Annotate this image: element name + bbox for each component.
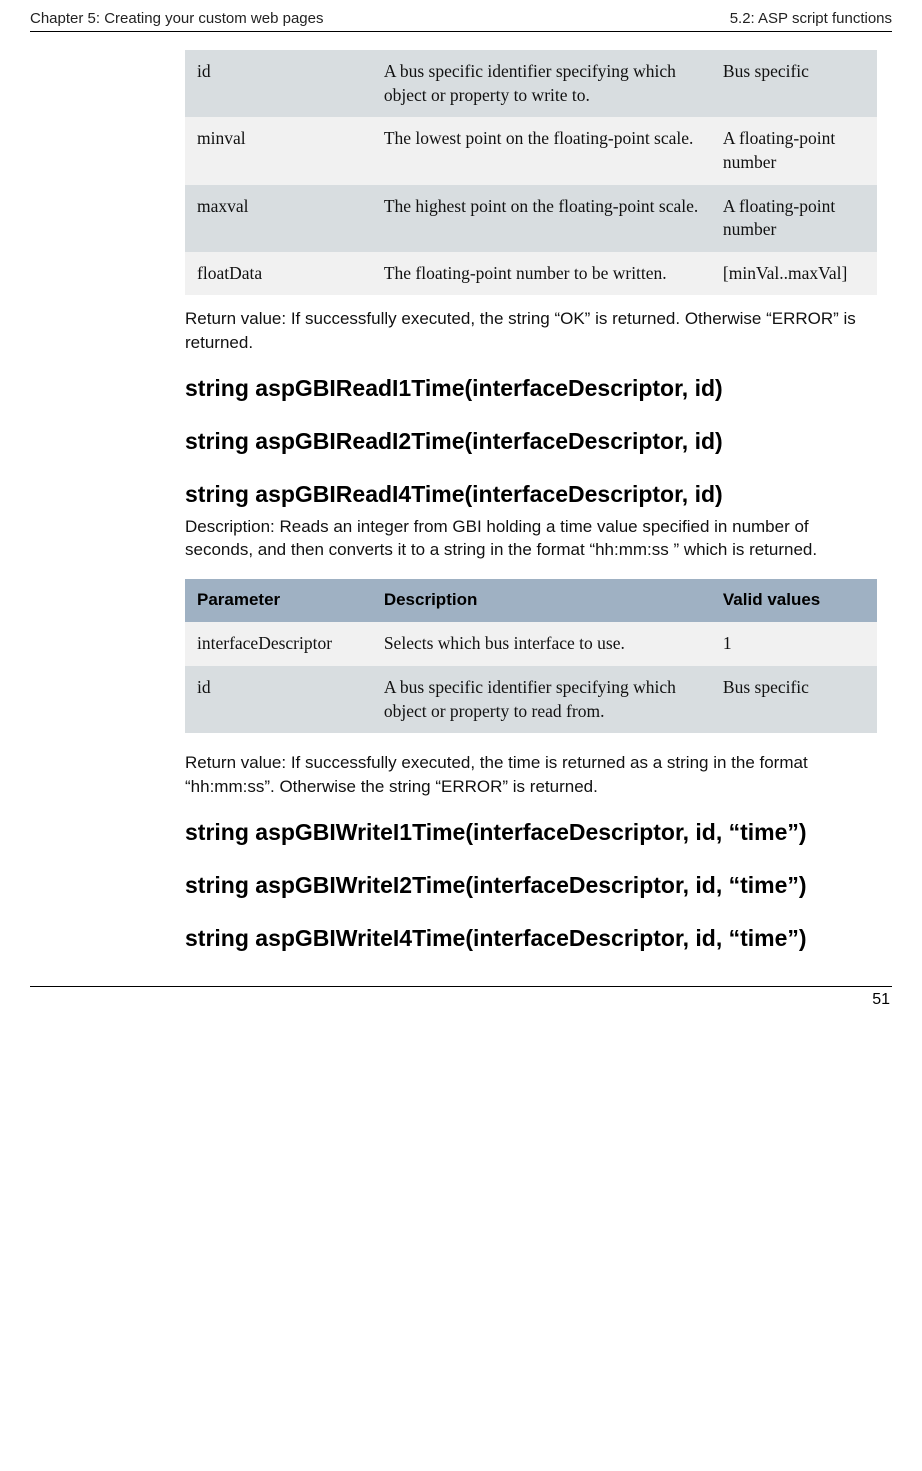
param-name: id <box>185 50 372 117</box>
function-heading: string aspGBIWriteI4Time(interfaceDescri… <box>185 924 877 953</box>
table-row: id A bus specific identifier specifying … <box>185 666 877 733</box>
param-valid: A floating-point number <box>711 117 877 184</box>
page-header: Chapter 5: Creating your custom web page… <box>30 10 892 31</box>
table-header-row: Parameter Description Valid values <box>185 579 877 622</box>
param-desc: The lowest point on the floating-point s… <box>372 117 711 184</box>
param-valid: Bus specific <box>711 50 877 117</box>
page: Chapter 5: Creating your custom web page… <box>0 0 922 1029</box>
function-heading: string aspGBIWriteI1Time(interfaceDescri… <box>185 818 877 847</box>
param-valid: 1 <box>711 622 877 666</box>
param-desc: Selects which bus interface to use. <box>372 622 711 666</box>
table-row: id A bus specific identifier specifying … <box>185 50 877 117</box>
param-valid: A floating-point number <box>711 185 877 252</box>
header-section: 5.2: ASP script functions <box>730 10 892 27</box>
header-rule <box>30 31 892 32</box>
function-heading: string aspGBIWriteI2Time(interfaceDescri… <box>185 871 877 900</box>
function-heading: string aspGBIReadI4Time(interfaceDescrip… <box>185 480 877 509</box>
table-row: interfaceDescriptor Selects which bus in… <box>185 622 877 666</box>
function-heading: string aspGBIReadI1Time(interfaceDescrip… <box>185 374 877 403</box>
param-name: minval <box>185 117 372 184</box>
page-number: 51 <box>30 991 892 1009</box>
col-parameter: Parameter <box>185 579 372 622</box>
table-row: maxval The highest point on the floating… <box>185 185 877 252</box>
param-desc: A bus specific identifier specifying whi… <box>372 666 711 733</box>
table-row: floatData The floating-point number to b… <box>185 252 877 296</box>
param-valid: [minVal..maxVal] <box>711 252 877 296</box>
param-name: id <box>185 666 372 733</box>
parameter-table-2: Parameter Description Valid values inter… <box>185 579 877 733</box>
return-value-1: Return value: If successfully executed, … <box>185 307 877 354</box>
function-description: Description: Reads an integer from GBI h… <box>185 515 877 562</box>
col-description: Description <box>372 579 711 622</box>
parameter-table-1: id A bus specific identifier specifying … <box>185 50 877 295</box>
param-valid: Bus specific <box>711 666 877 733</box>
header-chapter: Chapter 5: Creating your custom web page… <box>30 10 324 27</box>
param-name: floatData <box>185 252 372 296</box>
param-desc: A bus specific identifier specifying whi… <box>372 50 711 117</box>
footer-rule <box>30 986 892 987</box>
param-name: interfaceDescriptor <box>185 622 372 666</box>
param-desc: The highest point on the floating-point … <box>372 185 711 252</box>
param-name: maxval <box>185 185 372 252</box>
table-row: minval The lowest point on the floating-… <box>185 117 877 184</box>
content-area: id A bus specific identifier specifying … <box>185 50 877 952</box>
param-desc: The floating-point number to be written. <box>372 252 711 296</box>
col-valid: Valid values <box>711 579 877 622</box>
return-value-2: Return value: If successfully executed, … <box>185 751 877 798</box>
function-heading: string aspGBIReadI2Time(interfaceDescrip… <box>185 427 877 456</box>
